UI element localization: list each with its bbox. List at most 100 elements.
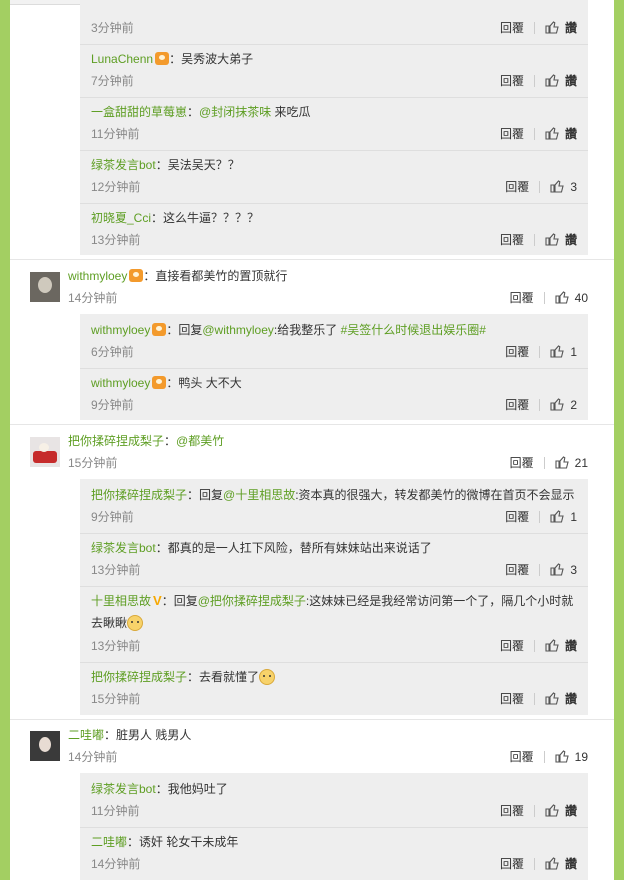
like-count[interactable]: 2 bbox=[570, 398, 577, 412]
thumb-up-icon[interactable] bbox=[545, 638, 559, 652]
reply-sep: ： bbox=[187, 105, 200, 119]
thumb-up-icon[interactable] bbox=[545, 856, 559, 870]
comment-text: 脏男人 贱男人 bbox=[116, 728, 192, 742]
reply-button[interactable]: 回覆 bbox=[500, 127, 524, 141]
like-count[interactable]: 1 bbox=[570, 510, 577, 524]
reply-text-row: 把你揉碎捏成梨子：去看就懂了 bbox=[91, 667, 276, 687]
reply-sep: ： bbox=[187, 670, 200, 684]
mention-link[interactable]: @withmyloey bbox=[202, 323, 274, 337]
like-count[interactable]: 21 bbox=[575, 456, 588, 470]
reply-text-row: 一盒甜甜的草莓崽：@封闭抹茶味 来吃瓜 bbox=[91, 102, 311, 122]
reply-actions: 回覆 1 bbox=[505, 507, 577, 527]
reply-text-row: 绿茶发言bot：都真的是一人扛下风险，替所有妹妹站出来说话了 bbox=[91, 538, 432, 558]
reply-list: 绿茶发言bot：我他妈吐了 11分钟前 回覆讚 二哇嘟：诱奸 轮女干未成年 14… bbox=[80, 773, 588, 880]
reply-button[interactable]: 回覆 bbox=[500, 233, 524, 247]
mention-link[interactable]: @都美竹 bbox=[176, 434, 224, 448]
reply-list: 把你揉碎捏成梨子：回复@十里相思故:资本真的很强大，转发都美竹的微博在首页不会显… bbox=[80, 479, 588, 715]
like-count[interactable]: 讚 bbox=[565, 639, 577, 653]
thumb-up-icon[interactable] bbox=[550, 397, 565, 411]
reply-button[interactable]: 回覆 bbox=[510, 750, 534, 764]
thumb-up-icon[interactable] bbox=[550, 179, 565, 193]
verified-v-icon: V bbox=[153, 593, 162, 608]
thumb-up-icon[interactable] bbox=[550, 344, 565, 358]
like-count[interactable]: 1 bbox=[570, 345, 577, 359]
reply-actions: 回覆 讚 bbox=[500, 230, 577, 250]
user-name[interactable]: 二哇嘟 bbox=[91, 835, 127, 849]
thumb-up-icon[interactable] bbox=[555, 290, 569, 304]
reply-button[interactable]: 回覆 bbox=[500, 21, 524, 35]
reply-button[interactable]: 回覆 bbox=[505, 398, 529, 412]
user-name[interactable]: 绿茶发言bot bbox=[91, 158, 156, 172]
like-count[interactable]: 讚 bbox=[565, 74, 577, 88]
reply-button[interactable]: 回覆 bbox=[505, 510, 529, 524]
reply-text: 我他妈吐了 bbox=[167, 782, 228, 796]
reply-time: 7分钟前 bbox=[91, 74, 134, 88]
reply-sep: ： bbox=[166, 376, 179, 390]
reply-sep: ： bbox=[127, 835, 140, 849]
reply-button[interactable]: 回覆 bbox=[500, 692, 524, 706]
thumb-up-icon[interactable] bbox=[545, 803, 559, 817]
reply-text: 去看就懂了 bbox=[199, 670, 260, 684]
mention-link[interactable]: @封闭抹茶味 bbox=[199, 105, 271, 119]
reply-actions: 回覆 2 bbox=[505, 395, 577, 415]
user-name[interactable]: 绿茶发言bot bbox=[91, 541, 156, 555]
user-name[interactable]: 十里相思故 bbox=[91, 594, 151, 608]
user-name[interactable]: 一盒甜甜的草莓崽 bbox=[91, 105, 187, 119]
user-name[interactable]: withmyloey bbox=[91, 376, 150, 390]
reply-button[interactable]: 回覆 bbox=[500, 804, 524, 818]
comment-sep: ： bbox=[143, 269, 156, 283]
reply-button[interactable]: 回覆 bbox=[500, 639, 524, 653]
avatar[interactable] bbox=[30, 272, 60, 302]
reply-text-row: LunaChenn ：吴秀波大弟子 bbox=[91, 49, 253, 69]
reply-button[interactable]: 回覆 bbox=[505, 345, 529, 359]
thumb-up-icon[interactable] bbox=[545, 73, 559, 87]
reply-button[interactable]: 回覆 bbox=[500, 74, 524, 88]
like-count[interactable]: 3 bbox=[570, 180, 577, 194]
user-name[interactable]: 把你揉碎捏成梨子 bbox=[91, 488, 187, 502]
like-count[interactable]: 3 bbox=[570, 563, 577, 577]
hashtag-link[interactable]: #吴签什么时候退出娱乐圈# bbox=[341, 323, 486, 337]
avatar[interactable] bbox=[30, 437, 60, 467]
user-name[interactable]: LunaChenn bbox=[91, 52, 153, 66]
reply-button[interactable]: 回覆 bbox=[510, 291, 534, 305]
like-count[interactable]: 19 bbox=[575, 750, 588, 764]
like-count[interactable]: 40 bbox=[575, 291, 588, 305]
thumb-up-icon[interactable] bbox=[555, 455, 569, 469]
reply-sep: ： bbox=[155, 158, 168, 172]
thumb-up-icon[interactable] bbox=[545, 20, 559, 34]
thumb-up-icon[interactable] bbox=[550, 562, 565, 576]
reply-sep: ： bbox=[169, 52, 182, 66]
mention-link[interactable]: @把你揉碎捏成梨子 bbox=[198, 594, 306, 608]
comment-actions: 回覆 19 bbox=[510, 747, 588, 767]
user-name[interactable]: 绿茶发言bot bbox=[91, 782, 156, 796]
like-count[interactable]: 讚 bbox=[565, 21, 577, 35]
user-name[interactable]: 把你揉碎捏成梨子 bbox=[91, 670, 187, 684]
reply-button[interactable]: 回覆 bbox=[510, 456, 534, 470]
user-name[interactable]: 二哇嘟 bbox=[68, 728, 104, 742]
reply-text: :这妹妹已经是我经常访问第一个了，隔几个小时就 bbox=[305, 594, 574, 608]
user-name[interactable]: withmyloey bbox=[91, 323, 150, 337]
thumb-up-icon[interactable] bbox=[555, 749, 569, 763]
reply-text-row: 把你揉碎捏成梨子：回复@十里相思故:资本真的很强大，转发都美竹的微博在首页不会显… bbox=[91, 485, 575, 505]
mention-link[interactable]: @十里相思故 bbox=[223, 488, 295, 502]
smile-emoji-icon bbox=[127, 615, 144, 631]
user-name[interactable]: 初晓夏_Cci bbox=[91, 211, 151, 225]
reply-time: 6分钟前 bbox=[91, 345, 134, 359]
like-count[interactable]: 讚 bbox=[565, 127, 577, 141]
reply-button[interactable]: 回覆 bbox=[500, 857, 524, 871]
avatar[interactable] bbox=[30, 731, 60, 761]
like-count[interactable]: 讚 bbox=[565, 233, 577, 247]
like-count[interactable]: 讚 bbox=[565, 804, 577, 818]
thumb-up-icon[interactable] bbox=[545, 232, 559, 246]
thumb-up-icon[interactable] bbox=[545, 691, 559, 705]
reply-sep: ：回复 bbox=[161, 594, 198, 608]
like-count[interactable]: 讚 bbox=[565, 692, 577, 706]
reply-button[interactable]: 回覆 bbox=[505, 563, 529, 577]
thumb-up-icon[interactable] bbox=[550, 509, 565, 523]
reply-text-row: 二哇嘟：诱奸 轮女干未成年 bbox=[91, 832, 238, 852]
user-name[interactable]: withmyloey bbox=[68, 269, 127, 283]
like-count[interactable]: 讚 bbox=[565, 857, 577, 871]
user-name[interactable]: 把你揉碎捏成梨子 bbox=[68, 434, 164, 448]
thumb-up-icon[interactable] bbox=[545, 126, 559, 140]
reply-button[interactable]: 回覆 bbox=[505, 180, 529, 194]
